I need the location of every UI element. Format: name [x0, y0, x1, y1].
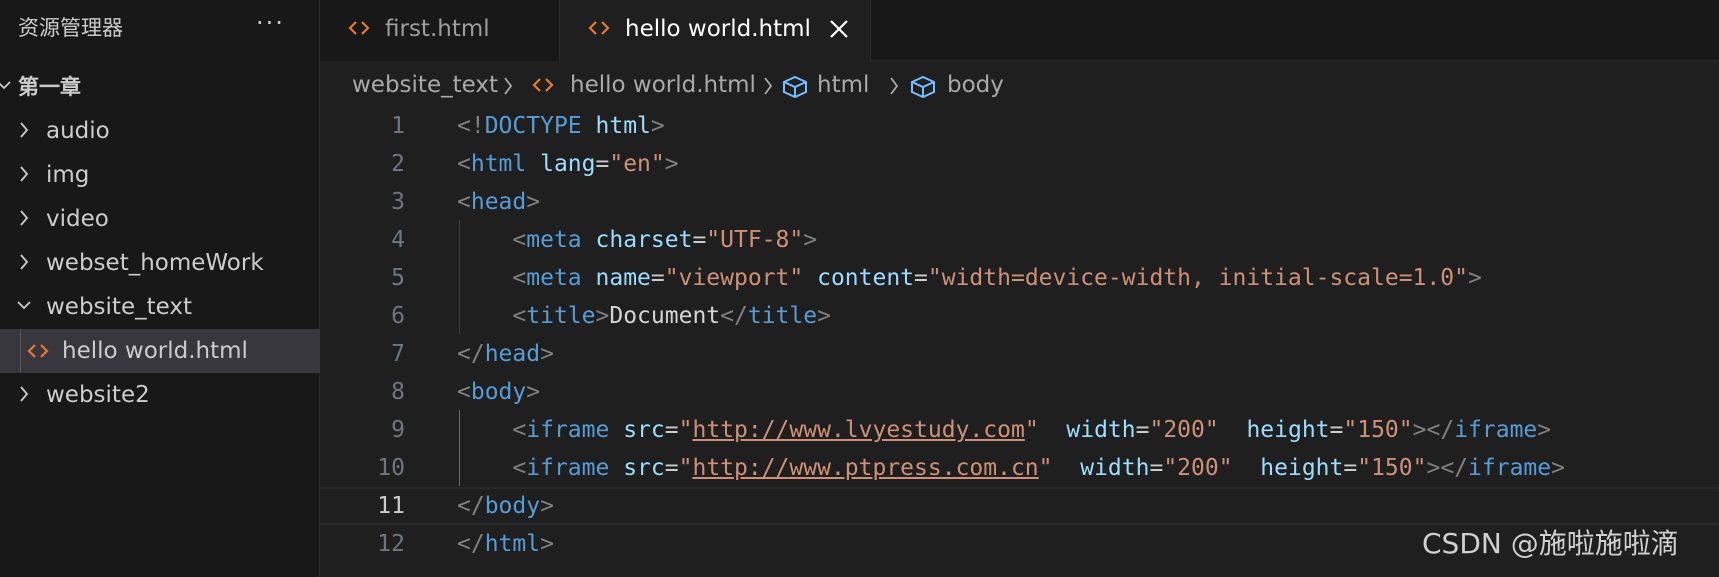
code-line: 9 <iframe src="http://www.lvyestudy.com"… [320, 411, 1719, 449]
code-line: 1 <!DOCTYPE html> [320, 107, 1719, 145]
explorer-title: 资源管理器 [18, 16, 123, 40]
chevron-right-icon [20, 386, 29, 402]
folder-root[interactable]: 第一章 [0, 65, 320, 109]
code-line: 5 <meta name="viewport" content="width=d… [320, 259, 1719, 297]
line-number: 3 [391, 189, 405, 215]
folder-audio[interactable]: audio [0, 109, 320, 153]
explorer-header: 资源管理器 ··· [0, 0, 320, 56]
tab-label: hello world.html [625, 16, 811, 42]
file-label: hello world.html [62, 338, 248, 364]
folder-label: img [46, 162, 90, 188]
cube-icon [911, 75, 935, 99]
line-number: 8 [391, 379, 405, 405]
folder-label: audio [46, 118, 110, 144]
tab-label: first.html [385, 16, 490, 42]
chevron-right-icon [504, 77, 513, 95]
line-number: 7 [391, 341, 405, 367]
folder-label: website_text [46, 294, 192, 320]
code-line: 8 <body> [320, 373, 1719, 411]
tab-first-html[interactable]: first.html [320, 0, 560, 61]
code-line: 6 <title>Document</title> [320, 297, 1719, 335]
close-icon[interactable] [828, 18, 850, 40]
more-actions-button[interactable]: ··· [256, 10, 285, 36]
code-line: 10 <iframe src="http://www.ptpress.com.c… [320, 449, 1719, 487]
chevron-right-icon [20, 122, 29, 138]
code-text: <title>Document</title> [512, 303, 831, 329]
code-text: </body> [457, 493, 554, 519]
chevron-right-icon [20, 210, 29, 226]
html-file-icon [588, 21, 610, 35]
code-line: 4 <meta charset="UTF-8"> [320, 221, 1719, 259]
folder-label: video [46, 206, 109, 232]
code-text: </head> [457, 341, 554, 367]
chevron-right-icon [20, 166, 29, 182]
chevron-down-icon [17, 301, 31, 310]
code-line: 2 <html lang="en"> [320, 145, 1719, 183]
code-text: <meta name="viewport" content="width=dev… [512, 265, 1482, 291]
folder-label: website2 [46, 382, 150, 408]
folder-website2[interactable]: website2 [0, 373, 320, 417]
code-text: <html lang="en"> [457, 151, 679, 177]
line-number: 4 [391, 227, 405, 253]
chevron-right-icon [890, 77, 899, 95]
breadcrumb-file[interactable]: hello world.html [570, 70, 756, 100]
file-hello-world-html[interactable]: hello world.html [0, 329, 320, 373]
url-link[interactable]: http://www.ptpress.com.cn [692, 455, 1038, 481]
chevron-right-icon [764, 77, 773, 95]
vscode-window: 资源管理器 ··· 第一章 audio img video webset_hom… [0, 0, 1719, 577]
code-text: <iframe src="http://www.lvyestudy.com" w… [512, 417, 1552, 443]
code-text: <meta charset="UTF-8"> [512, 227, 818, 253]
code-line: 7 </head> [320, 335, 1719, 373]
code-line-current: 11 </body> [320, 487, 1719, 525]
chevron-down-icon [0, 81, 11, 90]
breadcrumb-folder[interactable]: website_text [352, 70, 498, 100]
line-number: 9 [391, 417, 405, 443]
code-text: <!DOCTYPE html> [457, 113, 665, 139]
line-number: 6 [391, 303, 405, 329]
folder-label: webset_homeWork [46, 250, 264, 276]
code-editor[interactable]: 1 <!DOCTYPE html> 2 <html lang="en"> 3 <… [320, 107, 1719, 577]
html-file-icon [27, 344, 49, 358]
code-text: <iframe src="http://www.ptpress.com.cn" … [512, 455, 1565, 481]
folder-video[interactable]: video [0, 197, 320, 241]
breadcrumb-symbol-html[interactable]: html [817, 70, 869, 100]
chevron-right-icon [20, 254, 29, 270]
breadcrumb-symbol-body[interactable]: body [947, 70, 1004, 100]
breadcrumb: website_text hello world.html html body [320, 62, 1719, 107]
editor-tabs: first.html hello world.html [320, 0, 1719, 62]
html-file-icon [348, 21, 370, 35]
tab-hello-world-html[interactable]: hello world.html [560, 0, 871, 62]
line-number: 1 [391, 113, 405, 139]
code-text: </html> [457, 531, 554, 557]
watermark: CSDN @施啦施啦滴 [1422, 527, 1679, 560]
html-file-icon [532, 78, 554, 92]
cube-icon [783, 75, 807, 99]
folder-img[interactable]: img [0, 153, 320, 197]
folder-label: 第一章 [18, 75, 81, 99]
code-line: 3 <head> [320, 183, 1719, 221]
line-number: 12 [377, 531, 405, 557]
folder-website-text[interactable]: website_text [0, 285, 320, 329]
url-link[interactable]: http://www.lvyestudy.com [692, 417, 1024, 443]
explorer-sidebar: 资源管理器 ··· 第一章 audio img video webset_hom… [0, 0, 320, 577]
folder-webset-homework[interactable]: webset_homeWork [0, 241, 320, 285]
line-number: 5 [391, 265, 405, 291]
indent-guide [20, 329, 21, 373]
code-text: <head> [457, 189, 541, 215]
file-tree: 第一章 audio img video webset_homeWork webs… [0, 65, 320, 417]
line-number: 2 [391, 151, 405, 177]
line-number: 10 [377, 455, 405, 481]
line-number: 11 [377, 493, 405, 519]
code-text: <body> [457, 379, 541, 405]
